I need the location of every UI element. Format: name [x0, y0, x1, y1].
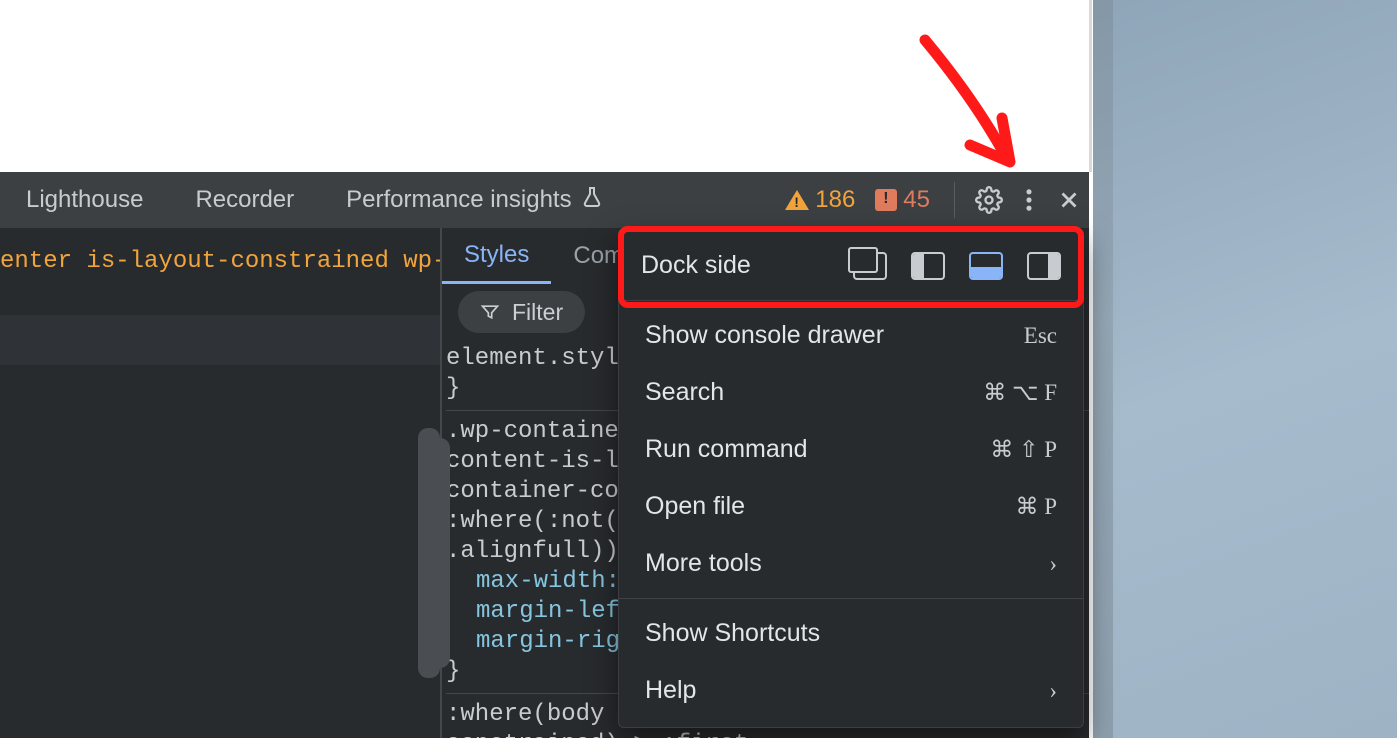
menu-divider	[619, 598, 1083, 599]
css-selector-line: constrained) > :first-	[446, 730, 1089, 738]
menu-show-shortcuts[interactable]: Show Shortcuts	[619, 605, 1083, 662]
menu-run-command[interactable]: Run command ⌘ ⇧ P	[619, 421, 1083, 478]
menu-open-file[interactable]: Open file ⌘ P	[619, 478, 1083, 535]
menu-item-label: Help	[645, 676, 696, 705]
styles-tab[interactable]: Styles	[442, 228, 551, 284]
menu-item-label: More tools	[645, 549, 762, 578]
dock-undock-icon[interactable]	[853, 252, 887, 280]
element-style-selector: element.style	[446, 345, 633, 372]
dock-side-label: Dock side	[641, 251, 751, 280]
styles-filter-placeholder: Filter	[512, 299, 563, 326]
dock-bottom-icon[interactable]	[969, 252, 1003, 280]
menu-item-label: Show Shortcuts	[645, 619, 820, 648]
error-square-icon	[875, 189, 897, 211]
flask-icon	[580, 185, 604, 216]
styles-filter-input[interactable]: Filter	[458, 291, 585, 333]
dock-side-options	[853, 252, 1061, 280]
menu-more-tools[interactable]: More tools ›	[619, 535, 1083, 592]
desktop-background	[1093, 0, 1397, 738]
chevron-right-icon: ›	[1049, 678, 1057, 704]
tab-performance-insights[interactable]: Performance insights	[320, 172, 629, 228]
menu-help[interactable]: Help ›	[619, 662, 1083, 719]
tab-recorder[interactable]: Recorder	[169, 172, 320, 228]
menu-show-console-drawer[interactable]: Show console drawer Esc	[619, 307, 1083, 364]
dock-left-icon[interactable]	[911, 252, 945, 280]
settings-gear-icon[interactable]	[969, 180, 1009, 220]
menu-item-shortcut: ⌘ ⇧ P	[990, 437, 1057, 463]
dock-side-row: Dock side	[619, 237, 1083, 294]
close-icon[interactable]	[1049, 180, 1089, 220]
tab-performance-insights-label: Performance insights	[346, 186, 571, 214]
page-content-blank	[0, 0, 1089, 172]
dom-breadcrumb-fragment: enter is-layout-constrained wp-	[0, 228, 440, 295]
menu-item-shortcut: Esc	[1024, 323, 1057, 349]
warning-triangle-icon	[785, 190, 809, 210]
devtools-toolbar: Lighthouse Recorder Performance insights…	[0, 172, 1089, 228]
errors-count[interactable]: 45	[865, 186, 940, 214]
filter-icon	[480, 302, 500, 322]
menu-item-label: Search	[645, 378, 724, 407]
menu-divider	[619, 300, 1083, 301]
dock-right-icon[interactable]	[1027, 252, 1061, 280]
menu-item-shortcut: ⌘ P	[1015, 494, 1057, 520]
styles-scrollbar[interactable]	[428, 438, 450, 668]
menu-item-label: Open file	[645, 492, 745, 521]
menu-item-label: Run command	[645, 435, 808, 464]
menu-item-shortcut: ⌘ ⌥ F	[983, 380, 1057, 406]
dom-selected-row[interactable]	[0, 315, 440, 365]
menu-search[interactable]: Search ⌘ ⌥ F	[619, 364, 1083, 421]
warnings-count[interactable]: 186	[775, 186, 865, 214]
devtools-main-menu: Dock side Show console drawer Esc Search…	[618, 228, 1084, 728]
chevron-right-icon: ›	[1049, 551, 1057, 577]
warnings-number: 186	[815, 186, 855, 214]
menu-item-label: Show console drawer	[645, 321, 884, 350]
errors-number: 45	[903, 186, 930, 214]
tab-lighthouse[interactable]: Lighthouse	[0, 172, 169, 228]
elements-panel[interactable]: enter is-layout-constrained wp-	[0, 228, 440, 738]
toolbar-divider	[954, 182, 955, 218]
more-vertical-icon[interactable]	[1009, 180, 1049, 220]
